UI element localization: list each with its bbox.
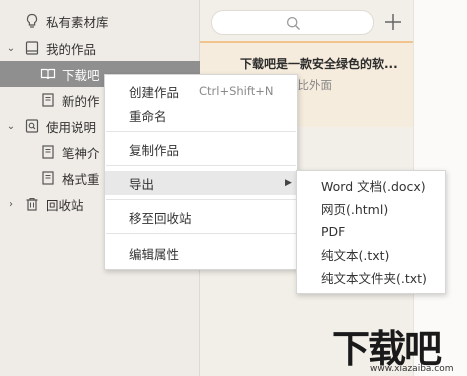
document-icon	[40, 144, 56, 160]
sidebar-item-my-works[interactable]: ⌄ 我的作品	[0, 35, 200, 61]
menu-item-label: 导出	[129, 176, 155, 192]
chevron-down-icon[interactable]: ⌄	[6, 121, 16, 132]
menu-item-label: 创建作品	[129, 84, 180, 100]
document-card-title: 下载吧是一款安全绿色的软...	[240, 57, 398, 71]
sidebar-item-label: 新的作	[62, 93, 100, 109]
sidebar-item-label: 我的作品	[46, 41, 97, 57]
menu-item-label: 移至回收站	[129, 210, 192, 226]
export-item-pdf[interactable]: PDF	[297, 219, 445, 243]
watermark-logo: 下载吧 www.xiazaiba.com	[330, 318, 460, 374]
sidebar-item-label: 格式重	[62, 171, 100, 187]
menu-item-create-work[interactable]: 创建作品 Ctrl+Shift+N	[105, 79, 297, 103]
export-submenu: Word 文档(.docx) 网页(.html) PDF 纯文本(.txt) 纯…	[296, 170, 446, 294]
trash-icon	[24, 196, 40, 212]
menu-item-label: 重命名	[129, 108, 167, 124]
book-icon	[24, 40, 40, 56]
sidebar-item-private-library[interactable]: 私有素材库	[0, 8, 200, 34]
export-item-html[interactable]: 网页(.html)	[297, 196, 445, 220]
menu-item-label: PDF	[321, 223, 346, 239]
menu-item-label: 编辑属性	[129, 246, 180, 262]
sidebar-item-label: 下载吧	[62, 67, 100, 83]
menu-separator	[106, 233, 296, 234]
menu-item-label: 网页(.html)	[321, 201, 389, 217]
plus-icon	[385, 14, 401, 30]
export-item-txt-folder[interactable]: 纯文本文件夹(.txt)	[297, 265, 445, 289]
menu-separator	[106, 165, 296, 166]
search-input[interactable]	[211, 10, 374, 35]
lightbulb-icon	[24, 13, 40, 29]
export-item-txt[interactable]: 纯文本(.txt)	[297, 242, 445, 266]
submenu-arrow-icon: ▶	[285, 178, 292, 188]
menu-item-shortcut: Ctrl+Shift+N	[199, 84, 274, 98]
menu-item-rename[interactable]: 重命名	[105, 103, 297, 127]
chevron-down-icon[interactable]: ⌄	[6, 43, 16, 54]
chevron-right-icon[interactable]: ›	[6, 199, 16, 210]
menu-item-copy-work[interactable]: 复制作品	[105, 137, 297, 161]
add-document-button[interactable]	[383, 11, 403, 33]
menu-item-label: 纯文本文件夹(.txt)	[321, 270, 427, 286]
menu-separator	[106, 199, 296, 200]
document-icon	[40, 170, 56, 186]
menu-item-export[interactable]: 导出 ▶	[105, 171, 297, 195]
sidebar-item-label: 使用说明	[46, 119, 97, 135]
menu-item-edit-properties[interactable]: 编辑属性	[105, 241, 297, 265]
menu-separator	[106, 131, 296, 132]
search-icon	[286, 16, 300, 30]
menu-item-move-to-trash[interactable]: 移至回收站	[105, 205, 297, 229]
sidebar-item-label: 私有素材库	[46, 14, 109, 30]
menu-item-label: 复制作品	[129, 142, 180, 158]
menu-item-label: Word 文档(.docx)	[321, 178, 426, 194]
document-icon	[40, 92, 56, 108]
sidebar-item-label: 回收站	[46, 197, 84, 213]
sidebar-item-label: 笔神介	[62, 145, 100, 161]
watermark-url: www.xiazaiba.com	[370, 364, 454, 374]
search-document-icon	[24, 118, 40, 134]
open-book-icon	[40, 66, 56, 82]
context-menu: 创建作品 Ctrl+Shift+N 重命名 复制作品 导出 ▶ 移至回收站 编辑…	[104, 74, 298, 270]
export-item-word[interactable]: Word 文档(.docx)	[297, 173, 445, 197]
menu-item-label: 纯文本(.txt)	[321, 247, 390, 263]
